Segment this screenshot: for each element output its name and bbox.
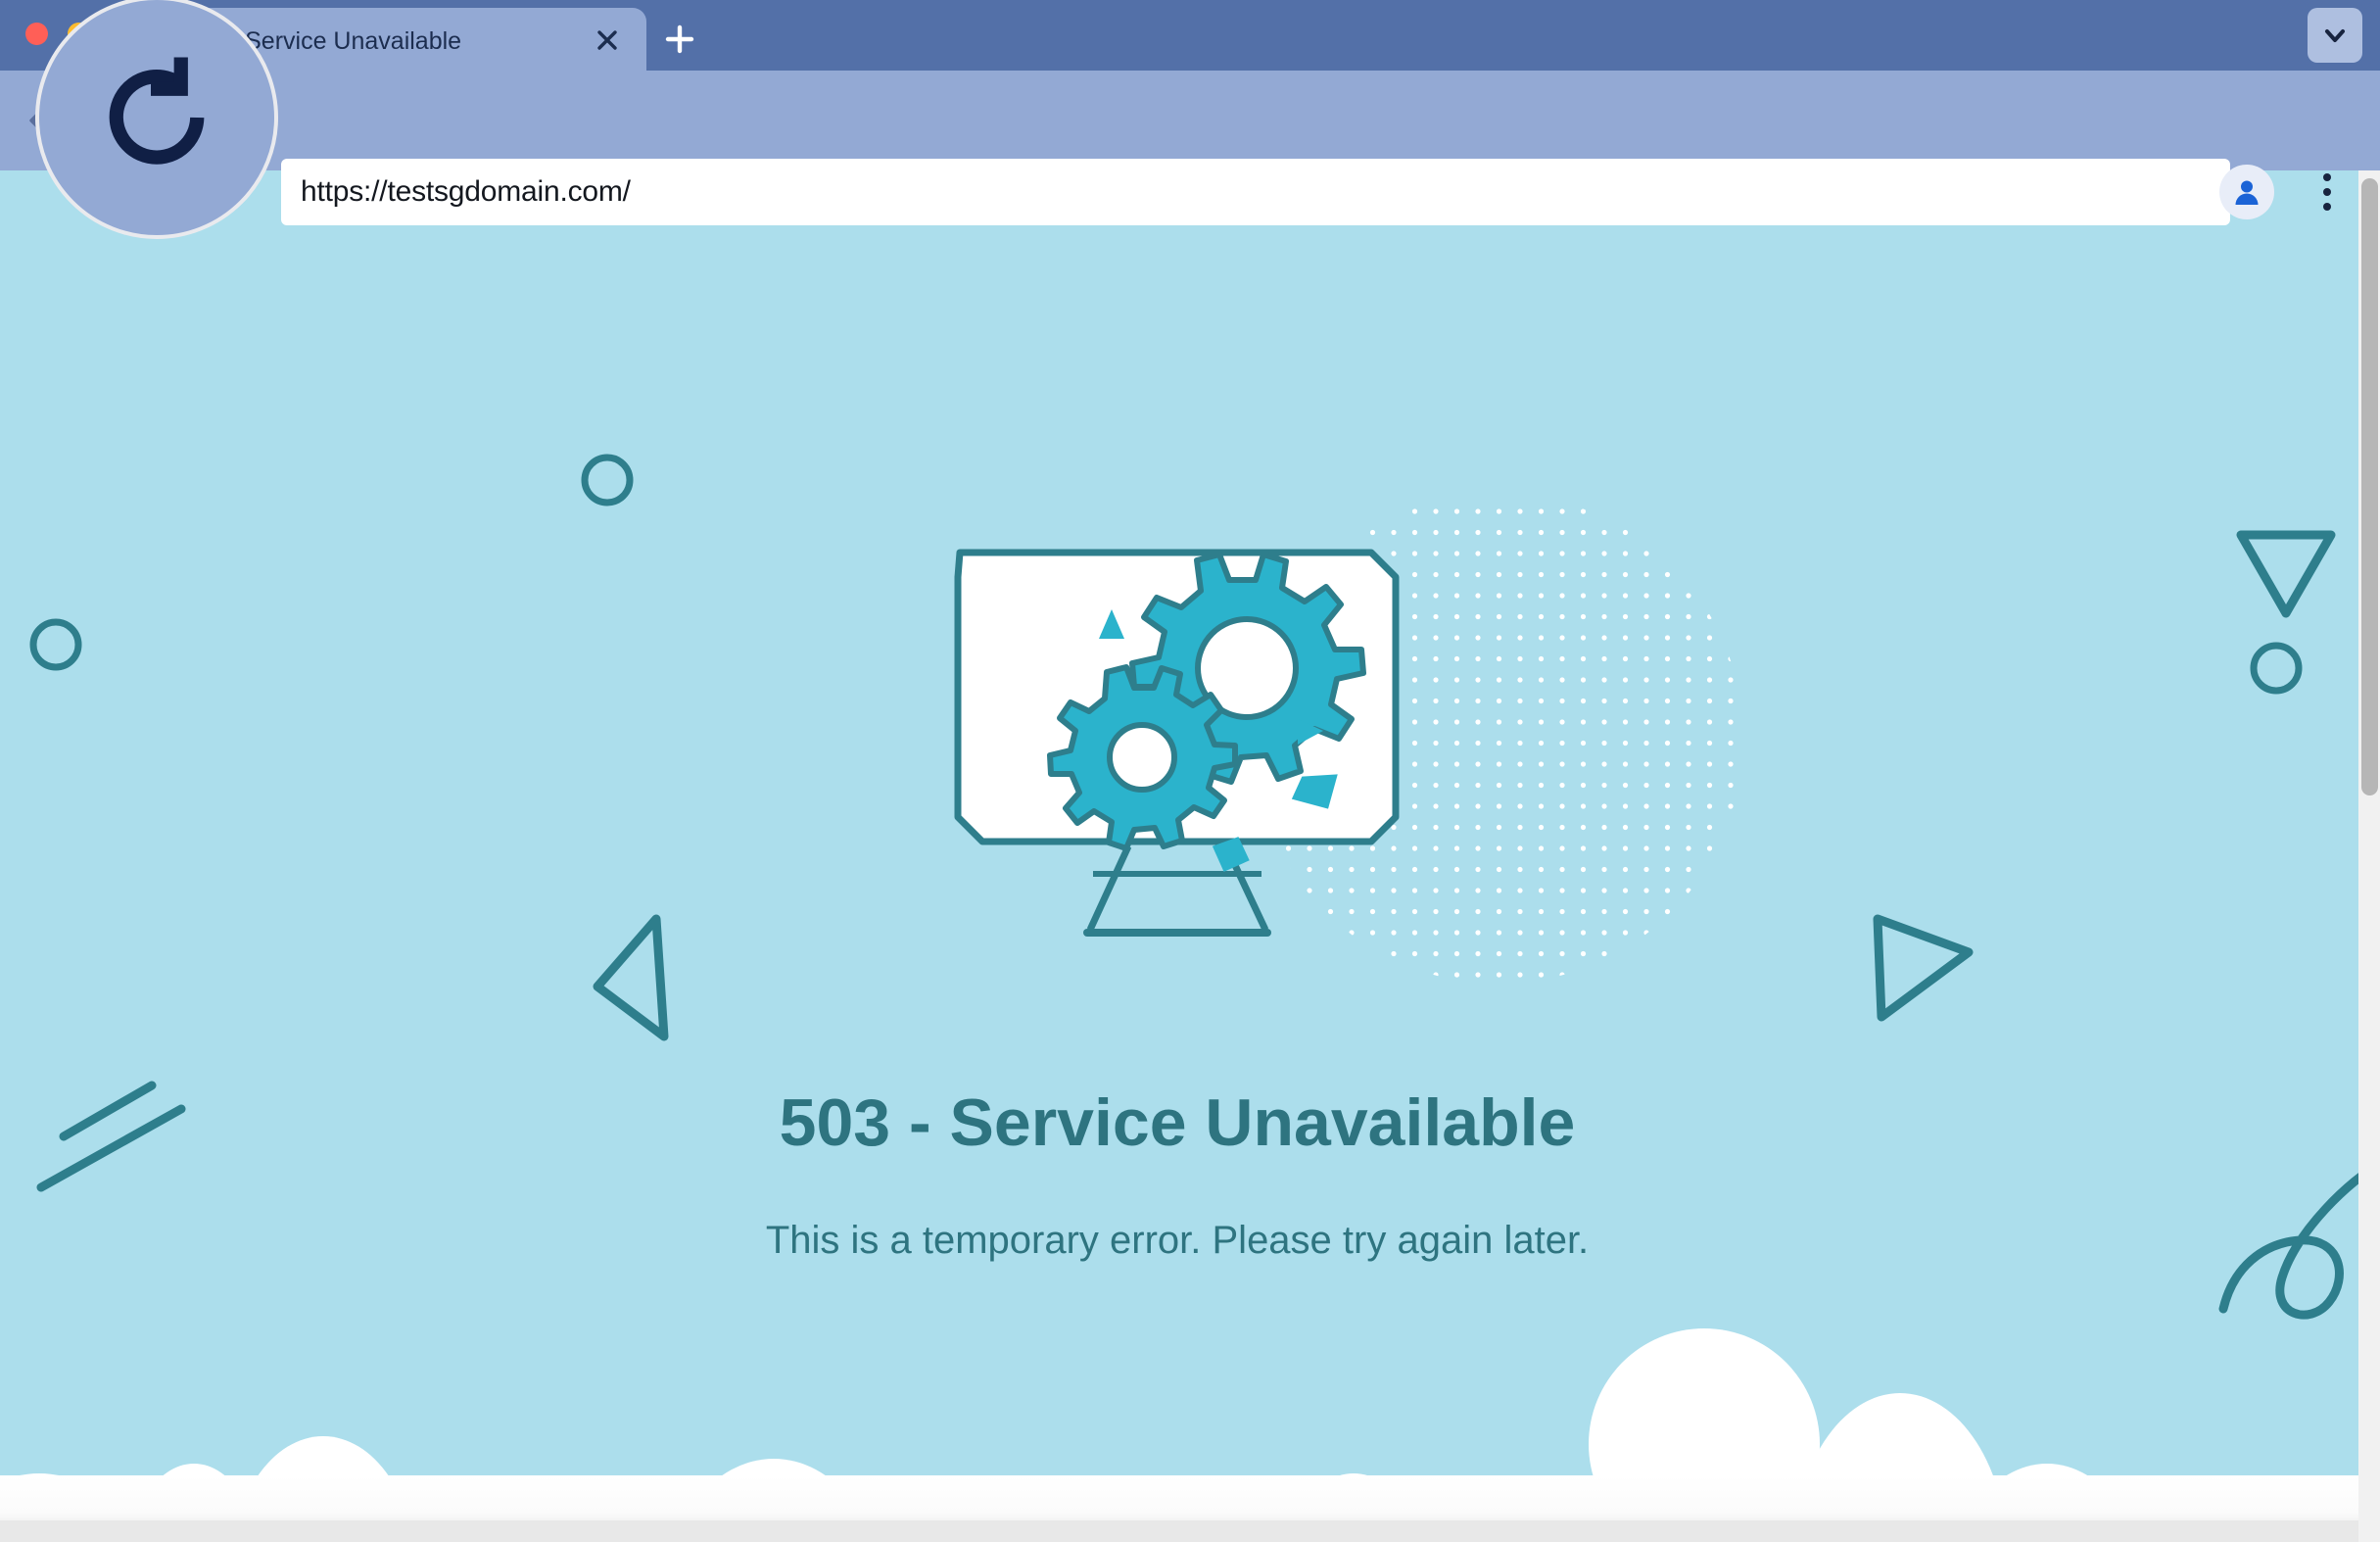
page-background [0,170,2380,1542]
account-avatar-icon[interactable] [2219,165,2274,219]
url-text: https://testsgdomain.com/ [281,175,631,209]
vertical-scrollbar-thumb[interactable] [2361,178,2378,795]
page-subtext: This is a temporary error. Please try ag… [766,1219,1589,1262]
browser-toolbar: https://testsgdomain.com/ [0,71,2380,170]
three-dot-menu-icon[interactable] [2300,165,2355,219]
browser-window: 503 - Service Unavailable This is a temp… [0,0,2380,1542]
cursor-magnifier-overlay [35,0,278,239]
page-viewport: 503 - Service Unavailable This is a temp… [0,170,2380,1542]
menu-dot [2323,203,2331,211]
close-icon[interactable] [592,24,623,56]
page-title: 503 - Service Unavailable [780,1085,1576,1160]
chevron-down-icon[interactable] [2308,8,2362,63]
menu-dot [2323,173,2331,181]
close-window-button[interactable] [25,23,48,45]
error-page-illustration: 503 - Service Unavailable This is a temp… [0,170,2380,1542]
new-tab-button[interactable] [658,18,701,61]
address-bar[interactable]: https://testsgdomain.com/ [281,159,2230,225]
tab-strip: 3 - Service Unavailable [0,0,2380,71]
reload-icon [83,44,230,191]
menu-dot [2323,188,2331,196]
